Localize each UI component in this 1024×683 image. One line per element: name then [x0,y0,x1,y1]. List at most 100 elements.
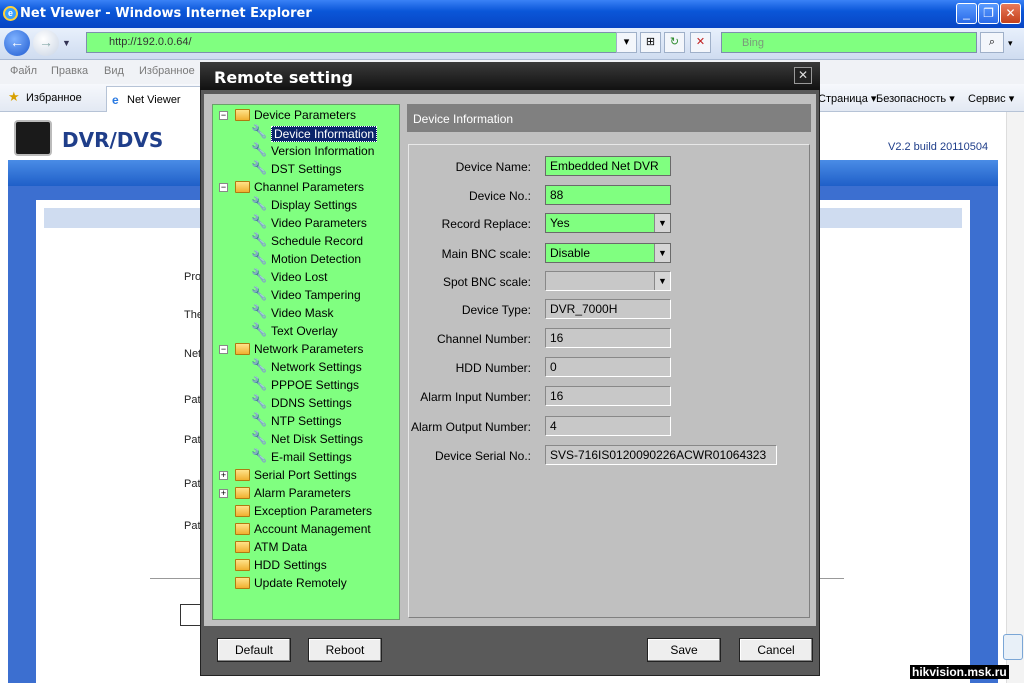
tree-label: Alarm Parameters [254,486,351,500]
cancel-button[interactable]: Cancel [739,638,813,662]
save-button[interactable]: Save [647,638,721,662]
field-input: 16 [545,386,671,406]
dropdown-arrow-icon[interactable]: ▼ [654,272,670,290]
search-field[interactable]: Bing [721,32,977,53]
dialog-close-button[interactable]: ✕ [794,67,812,84]
field-select: ▼ [545,271,671,291]
tree-label: Video Mask [271,306,334,320]
field-input: 16 [545,328,671,348]
tree-folder[interactable]: − Channel Parameters [213,179,399,197]
collapse-icon[interactable]: − [219,345,228,354]
tree-item[interactable]: 🔧 DDNS Settings [213,395,399,413]
collapse-icon[interactable]: − [219,111,228,120]
dvr-logo-icon [14,120,52,156]
field-select[interactable]: Disable ▼ [545,243,671,263]
forward-button[interactable]: → [33,30,59,56]
field-value: 0 [550,360,557,374]
maximize-button[interactable]: ❐ [978,3,999,24]
tree-label: ATM Data [254,540,308,554]
back-button[interactable]: ← [4,30,30,56]
tree-folder[interactable]: − Device Parameters [213,107,399,125]
minimize-button[interactable]: _ [956,3,977,24]
settings-tree[interactable]: − Device Parameters 🔧 Device Information 🔧 Ve… [212,104,400,620]
tree-item[interactable]: 🔧 Video Lost [213,269,399,287]
side-label: Pat [184,394,201,406]
reboot-button[interactable]: Reboot [308,638,382,662]
stop-icon[interactable]: ✕ [690,32,711,53]
folder-icon [235,505,250,517]
field-select[interactable]: Yes ▼ [545,213,671,233]
tree-folder[interactable]: ATM Data [213,539,399,557]
expand-icon[interactable]: + [219,471,228,480]
expand-icon[interactable]: + [219,489,228,498]
tree-item[interactable]: 🔧 PPPOE Settings [213,377,399,395]
page-menu[interactable]: Страница ▾ [818,92,876,105]
window-title: Net Viewer - Windows Internet Explorer [20,6,312,21]
address-dropdown-icon[interactable]: ▾ [616,32,637,53]
field-input: 0 [545,357,671,377]
field-input[interactable]: 88 [545,185,671,205]
menu-favorites[interactable]: Избранное [139,65,195,77]
teamviewer-icon[interactable] [1003,634,1023,660]
tree-item[interactable]: 🔧 Version Information [213,143,399,161]
menu-file[interactable]: Файл [10,65,37,77]
page-scrollbar[interactable] [1006,112,1024,683]
compatibility-icon[interactable]: ⊞ [640,32,661,53]
side-label: Pat [184,478,201,490]
field-input: DVR_7000H [545,299,671,319]
tab-label: Net Viewer [127,94,181,106]
tree-folder[interactable]: Account Management [213,521,399,539]
default-button[interactable]: Default [217,638,291,662]
wrench-icon: 🔧 [251,287,268,302]
tree-folder[interactable]: HDD Settings [213,557,399,575]
tree-item[interactable]: 🔧 Video Mask [213,305,399,323]
search-options-icon[interactable]: ▾ [1008,38,1013,49]
tree-label: PPPOE Settings [271,378,360,392]
address-field[interactable]: http://192.0.0.64/ [86,32,634,53]
tree-item[interactable]: 🔧 Schedule Record [213,233,399,251]
field-input[interactable]: Embedded Net DVR [545,156,671,176]
tree-folder[interactable]: + Alarm Parameters [213,485,399,503]
watermark: hikvision.msk.ru [910,665,1009,679]
tree-item[interactable]: 🔧 Video Parameters [213,215,399,233]
wrench-icon: 🔧 [251,449,268,464]
dropdown-arrow-icon[interactable]: ▼ [654,214,670,232]
tree-label: Motion Detection [271,252,362,266]
tree-item[interactable]: 🔧 E-mail Settings [213,449,399,467]
close-window-button[interactable]: ✕ [1000,3,1021,24]
tree-item[interactable]: 🔧 Motion Detection [213,251,399,269]
safety-menu[interactable]: Безопасность ▾ [876,92,955,105]
field-value: SVS-716IS0120090226ACWR01064323 [550,448,767,462]
field-value: DVR_7000H [550,302,618,316]
wrench-icon: 🔧 [251,161,268,176]
menu-view[interactable]: Вид [104,65,124,77]
panel-header: Device Information [407,104,811,132]
tree-item[interactable]: 🔧 Video Tampering [213,287,399,305]
tree-item[interactable]: 🔧 DST Settings [213,161,399,179]
side-label: Pat [184,520,201,532]
menu-edit[interactable]: Правка [51,65,88,77]
tree-folder[interactable]: + Serial Port Settings [213,467,399,485]
wrench-icon: 🔧 [251,269,268,284]
tree-item[interactable]: 🔧 Device Information [213,125,399,143]
tree-item[interactable]: 🔧 Display Settings [213,197,399,215]
dropdown-arrow-icon[interactable]: ▼ [654,244,670,262]
tree-item[interactable]: 🔧 Net Disk Settings [213,431,399,449]
tools-menu[interactable]: Сервис ▾ [968,92,1014,105]
tree-item[interactable]: 🔧 Text Overlay [213,323,399,341]
tree-folder[interactable]: − Network Parameters [213,341,399,359]
field-label: Alarm Input Number: [420,390,531,404]
tab-net-viewer[interactable]: e Net Viewer [106,86,210,112]
tree-item[interactable]: 🔧 Network Settings [213,359,399,377]
tree-folder[interactable]: Update Remotely [213,575,399,593]
history-dropdown-icon[interactable]: ▼ [62,38,71,48]
search-icon[interactable]: ⌕ [980,32,1004,53]
url-text: http://192.0.0.64/ [109,36,192,48]
favorites-button[interactable]: Избранное [26,92,82,104]
collapse-icon[interactable]: − [219,183,228,192]
tree-label: Network Parameters [254,342,364,356]
tree-label: Video Tampering [271,288,361,302]
tree-item[interactable]: 🔧 NTP Settings [213,413,399,431]
tree-folder[interactable]: Exception Parameters [213,503,399,521]
refresh-icon[interactable]: ↻ [664,32,685,53]
